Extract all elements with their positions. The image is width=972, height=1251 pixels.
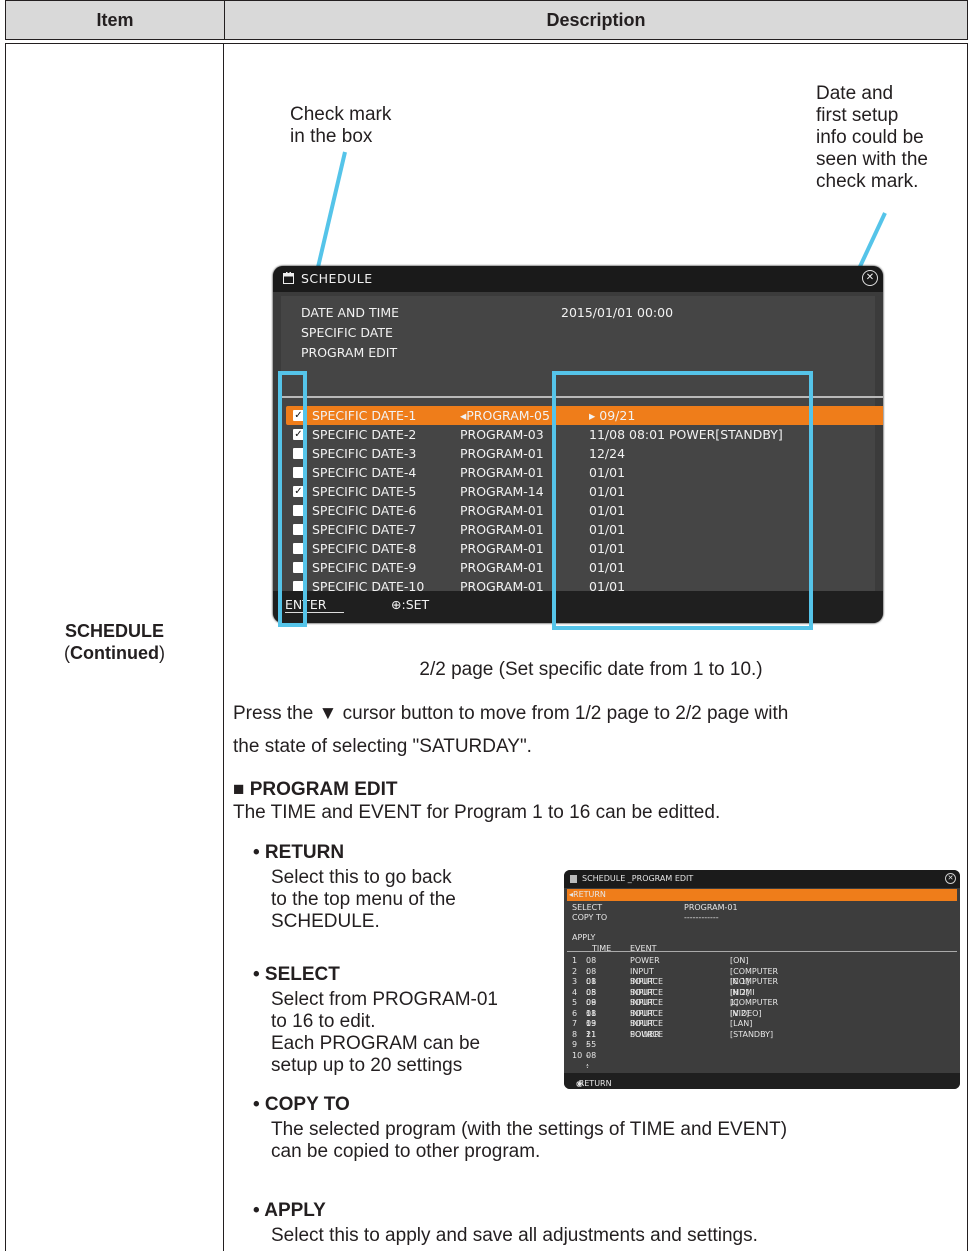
- set-label-text: :SET: [401, 597, 430, 612]
- date-time-value: 2015/01/01 00:00: [561, 305, 674, 320]
- apply-title: • APPLY: [253, 1200, 326, 1221]
- paragraph-line: the state of selecting "SATURDAY".: [233, 736, 532, 757]
- copy-to-description: The selected program (with the settings …: [271, 1119, 787, 1163]
- close-icon[interactable]: ✕: [945, 873, 956, 884]
- description-line: to the top menu of the: [271, 889, 456, 910]
- calendar-icon: [283, 272, 294, 284]
- copy-to-label[interactable]: COPY TO: [572, 913, 607, 922]
- return-footer-text: :RETURN: [576, 1079, 612, 1088]
- row-value: [VIDEO]: [730, 1008, 762, 1018]
- program-edit-screen: SCHEDULE _PROGRAM EDIT ✕ ◂RETURN SELECT …: [564, 870, 960, 1089]
- row-number: 6: [572, 1008, 578, 1018]
- row-name: SPECIFIC DATE-1: [312, 408, 417, 423]
- row-number: 9: [572, 1040, 578, 1049]
- row-event: POWER: [630, 1029, 660, 1039]
- row-program: PROGRAM-14: [460, 484, 544, 499]
- row-name: SPECIFIC DATE-7: [312, 522, 417, 537]
- apply-description: Select this to apply and save all adjust…: [271, 1225, 758, 1247]
- row-number: 2: [572, 966, 578, 976]
- row-name: SPECIFIC DATE-2: [312, 427, 417, 442]
- select-description: Select from PROGRAM-01 to 16 to edit. Ea…: [271, 989, 498, 1077]
- row-name: SPECIFIC DATE-6: [312, 503, 417, 518]
- row-name: SPECIFIC DATE-3: [312, 446, 417, 461]
- return-description: Select this to go back to the top menu o…: [271, 867, 456, 933]
- menu-specific-date[interactable]: SPECIFIC DATE: [301, 325, 393, 340]
- program-edit-heading: ■ PROGRAM EDIT: [233, 779, 398, 800]
- select-value: PROGRAM-01: [684, 903, 738, 912]
- row-program: PROGRAM-01: [460, 522, 544, 537]
- cursor-paragraph: Press the ▼ cursor button to move from 1…: [233, 697, 788, 763]
- program-edit-separator: [567, 951, 957, 952]
- row-number: 8: [572, 1029, 578, 1039]
- program-edit-footer: ◉:RETURN: [564, 1073, 960, 1089]
- select-title: • SELECT: [253, 964, 340, 985]
- set-label: ⊕:SET: [391, 597, 429, 612]
- row-program: PROGRAM-01: [460, 446, 544, 461]
- checkbox-highlight: [278, 371, 307, 627]
- description-line: SCHEDULE.: [271, 911, 380, 932]
- row-name: SPECIFIC DATE-5: [312, 484, 417, 499]
- menu-program-edit[interactable]: PROGRAM EDIT: [301, 345, 397, 360]
- row-name: SPECIFIC DATE-8: [312, 541, 417, 556]
- screen-caption: 2/2 page (Set specific date from 1 to 10…: [419, 659, 763, 680]
- date-info-highlight: [552, 371, 813, 630]
- row-value: [ON]: [730, 956, 749, 965]
- schedule-title: SCHEDULE: [301, 271, 373, 286]
- description-line: to 16 to edit.: [271, 1011, 376, 1032]
- description-line: Select this to go back: [271, 867, 452, 888]
- row-program: PROGRAM-01: [460, 503, 544, 518]
- description-line: The selected program (with the settings …: [271, 1119, 788, 1140]
- program-edit-intro: The TIME and EVENT for Program 1 to 16 c…: [233, 802, 721, 823]
- description-line: can be copied to other program.: [271, 1141, 541, 1162]
- row-number: 10: [572, 1050, 583, 1060]
- description-line: Each PROGRAM can be: [271, 1033, 481, 1054]
- description-line: Select from PROGRAM-01: [271, 989, 498, 1010]
- copy-to-value: ------------: [684, 913, 719, 922]
- enter-icon: ⊕: [391, 597, 402, 612]
- menu-date-and-time[interactable]: DATE AND TIME: [301, 305, 399, 320]
- row-number: 5: [572, 998, 578, 1007]
- row-program[interactable]: ◂PROGRAM-05: [460, 406, 550, 425]
- program-edit-titlebar: SCHEDULE _PROGRAM EDIT ✕: [564, 870, 960, 888]
- select-label[interactable]: SELECT: [572, 903, 602, 912]
- copy-to-title: • COPY TO: [253, 1094, 350, 1115]
- return-title: • RETURN: [253, 842, 345, 863]
- description-line: setup up to 20 settings: [271, 1055, 463, 1076]
- description-line: Select this to apply and save all adjust…: [271, 1225, 758, 1246]
- row-program: PROGRAM-01: [460, 465, 544, 480]
- calendar-icon: [570, 875, 577, 883]
- apply-label[interactable]: APPLY: [572, 933, 595, 942]
- program-edit-title: SCHEDULE _PROGRAM EDIT: [582, 874, 694, 883]
- row-number: 3: [572, 977, 578, 986]
- schedule-titlebar: SCHEDULE ✕: [273, 266, 883, 292]
- return-menu-item[interactable]: ◂RETURN: [567, 889, 957, 901]
- row-name: SPECIFIC DATE-4: [312, 465, 417, 480]
- row-value: [LAN]: [730, 1019, 753, 1028]
- row-program: PROGRAM-01: [460, 541, 544, 556]
- row-program: PROGRAM-01: [460, 560, 544, 575]
- row-value: [STANDBY]: [730, 1029, 774, 1039]
- row-name: SPECIFIC DATE-9: [312, 560, 417, 575]
- row-number: 1: [572, 956, 578, 965]
- row-program: PROGRAM-03: [460, 427, 544, 442]
- close-icon[interactable]: ✕: [862, 270, 878, 286]
- row-number: 4: [572, 987, 578, 997]
- row-number: 7: [572, 1019, 578, 1028]
- row-event: POWER: [630, 956, 660, 965]
- paragraph-line: Press the ▼ cursor button to move from 1…: [233, 703, 789, 724]
